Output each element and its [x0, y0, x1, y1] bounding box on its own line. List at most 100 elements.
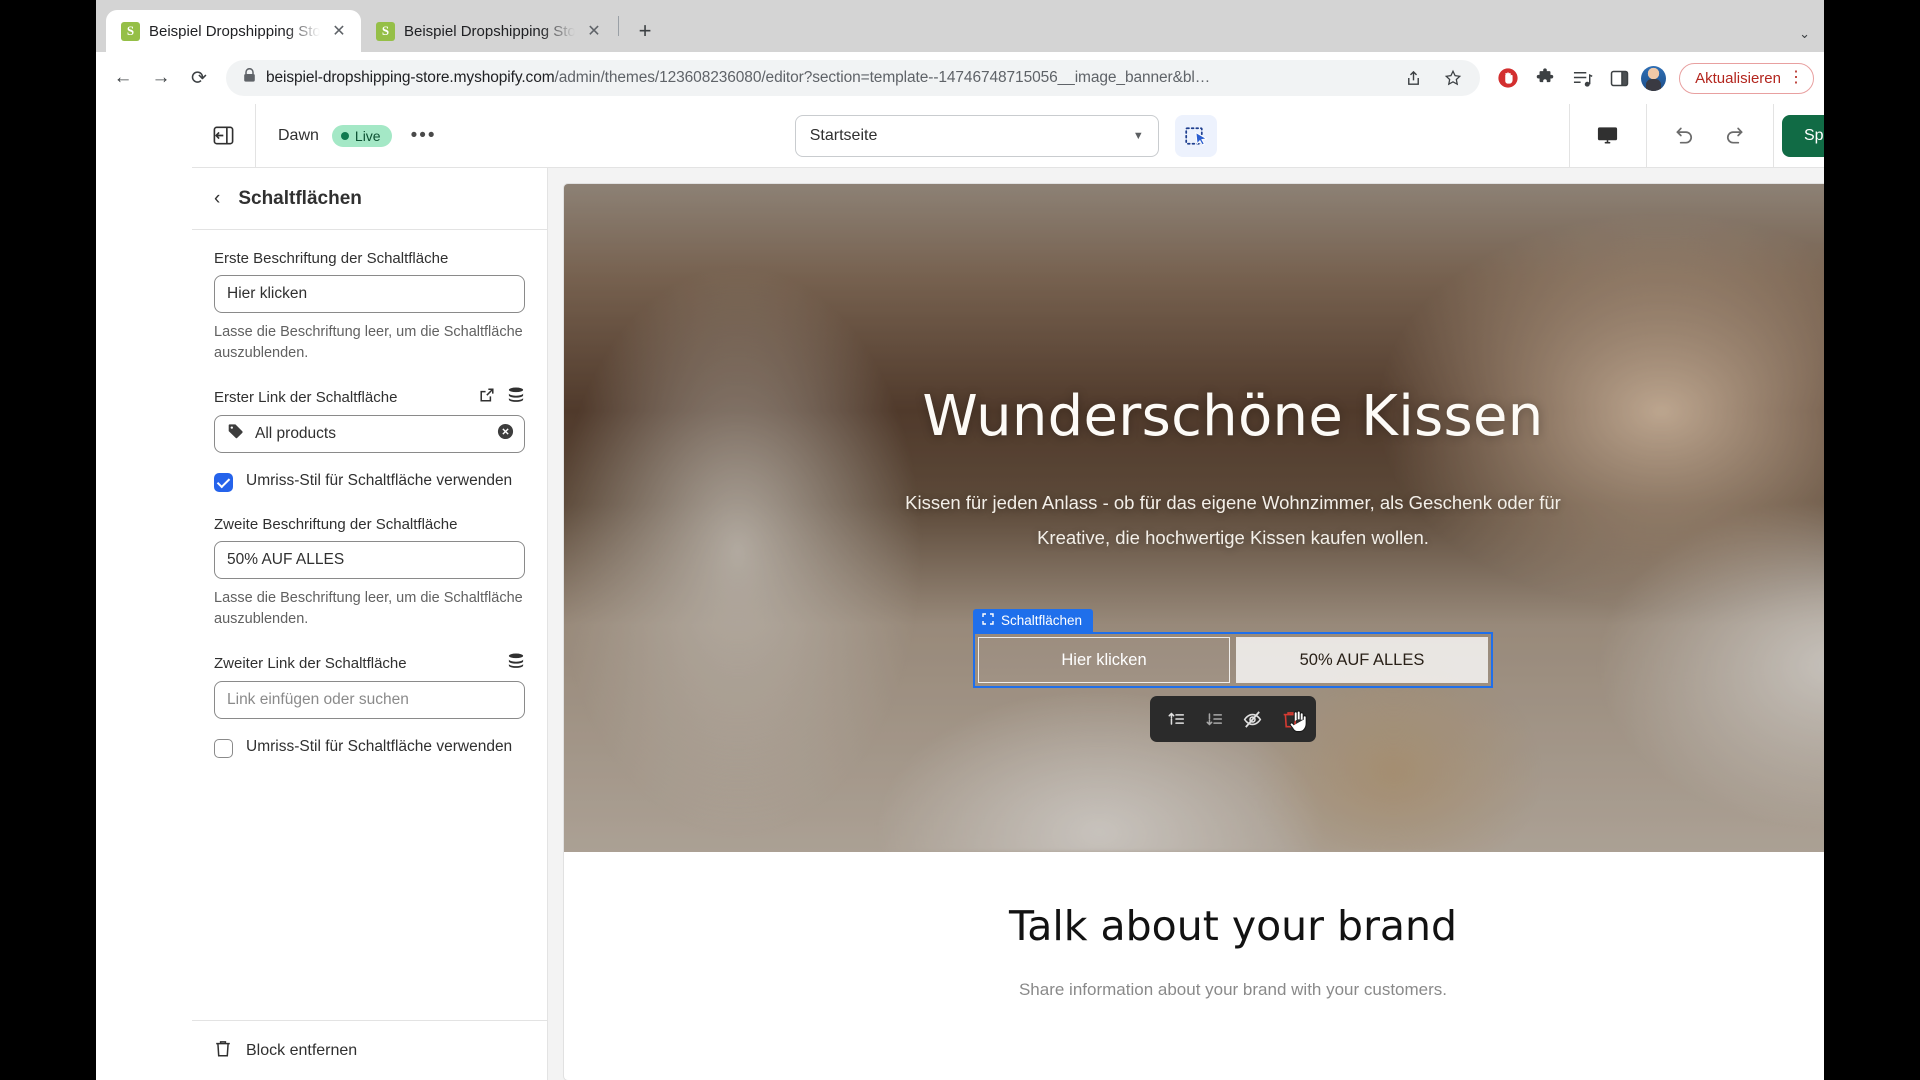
delete-block-icon[interactable] — [1274, 703, 1307, 735]
hand-pointer-cursor — [1289, 710, 1307, 733]
new-tab-button[interactable]: + — [629, 15, 661, 47]
field-label: Erster Link der Schaltfläche — [214, 387, 525, 407]
inspector-select-icon[interactable] — [1174, 114, 1217, 157]
forward-icon[interactable]: → — [144, 61, 178, 95]
playlist-icon[interactable] — [1567, 63, 1597, 93]
field-label-icons — [479, 387, 525, 407]
tabstrip-chevron-icon[interactable]: ⌄ — [1799, 26, 1810, 42]
shopify-icon: S — [376, 21, 395, 41]
exit-editor-icon[interactable] — [192, 103, 256, 168]
field-label-icons — [507, 653, 525, 673]
shopify-theme-editor: Dawn Live ••• Startseite ▼ Sp ‹ Schaltfl… — [192, 103, 1824, 1080]
remove-block-button[interactable]: Block entfernen — [192, 1020, 547, 1080]
second-button-link-input[interactable]: Link einfügen oder suchen — [214, 681, 525, 720]
second-outline-checkbox[interactable] — [214, 739, 233, 759]
hero-button-group-wrapper[interactable]: Schaltflächen Hier klicken 50% AUF ALLES — [973, 609, 1493, 688]
save-button[interactable]: Speichern — [1781, 114, 1824, 157]
brand-section[interactable]: Talk about your brand Share information … — [564, 852, 1824, 1052]
store-preview[interactable]: Wunderschöne Kissen Kissen für jeden Anl… — [564, 184, 1824, 1080]
page-title: Schaltflächen — [238, 187, 362, 209]
undo-icon[interactable] — [1665, 116, 1705, 156]
second-outline-checkbox-row[interactable]: Umriss-Stil für Schaltfläche verwenden — [214, 737, 525, 759]
theme-name: Dawn — [278, 126, 319, 144]
label-text: Zweite Beschriftung der Schaltfläche — [214, 516, 458, 534]
url-text: beispiel-dropshipping-store.myshopify.co… — [266, 69, 1211, 86]
browser-window: S Beispiel Dropshipping Store · D ✕ S Be… — [96, 0, 1824, 1080]
block-floating-toolbar — [1150, 696, 1316, 742]
field-first-button-label: Erste Beschriftung der Schaltfläche Hier… — [214, 250, 525, 363]
avatar[interactable] — [1641, 65, 1667, 91]
clear-circle-icon[interactable] — [497, 423, 514, 445]
database-stack-icon[interactable] — [507, 387, 525, 407]
reload-icon[interactable]: ⟳ — [182, 61, 216, 95]
adblock-icon[interactable] — [1493, 63, 1523, 93]
redo-icon[interactable] — [1715, 116, 1755, 156]
status-badge: Live — [331, 124, 392, 147]
extension-icons: Aktualisieren ⋮ — [1484, 62, 1814, 94]
first-outline-checkbox-row[interactable]: Umriss-Stil für Schaltfläche verwenden — [214, 471, 525, 493]
update-label: Aktualisieren — [1695, 69, 1781, 87]
browser-tab-1[interactable]: S Beispiel Dropshipping Store · D ✕ — [106, 10, 361, 52]
puzzle-icon[interactable] — [1530, 63, 1560, 93]
tab-title: Beispiel Dropshipping Store · B — [404, 22, 575, 40]
status-dot-icon — [340, 131, 349, 140]
more-actions-button[interactable]: ••• — [405, 125, 443, 147]
selection-tag: Schaltflächen — [973, 609, 1094, 632]
remove-block-label: Block entfernen — [246, 1041, 358, 1059]
first-outline-checkbox[interactable] — [214, 473, 233, 493]
side-panel-icon[interactable] — [1604, 63, 1634, 93]
help-text: Lasse die Beschriftung leer, um die Scha… — [214, 324, 523, 361]
hero-button-group[interactable]: Hier klicken 50% AUF ALLES — [973, 632, 1493, 688]
chevron-left-icon[interactable]: ‹ — [214, 189, 220, 208]
tab-title: Beispiel Dropshipping Store · D — [149, 22, 320, 40]
field-label: Zweite Beschriftung der Schaltfläche — [214, 516, 525, 533]
screen-root: S Beispiel Dropshipping Store · D ✕ S Be… — [0, 0, 1920, 1080]
hero-subheading: Kissen für jeden Anlass - ob für das eig… — [905, 492, 1561, 549]
hero-banner-section[interactable]: Wunderschöne Kissen Kissen für jeden Anl… — [564, 184, 1824, 852]
hero-heading: Wunderschöne Kissen — [922, 384, 1544, 449]
brand-heading: Talk about your brand — [1008, 902, 1458, 950]
kebab-menu-icon[interactable]: ⋮ — [1788, 70, 1804, 86]
close-icon[interactable]: ✕ — [584, 21, 604, 41]
first-button-link-input[interactable]: All products — [214, 415, 525, 454]
brand-body: Share information about your brand with … — [1018, 980, 1448, 999]
hero-button-one[interactable]: Hier klicken — [978, 637, 1230, 683]
history-group — [1647, 104, 1773, 168]
browser-omnibar: ← → ⟳ beispiel-dropshipping-store.myshop… — [96, 52, 1824, 104]
price-tag-icon — [227, 423, 244, 445]
close-icon[interactable]: ✕ — [329, 21, 349, 41]
field-first-button-link: Erster Link der Schaltfläche All product… — [214, 387, 525, 454]
move-down-icon[interactable] — [1198, 703, 1230, 735]
share-icon[interactable] — [1398, 63, 1428, 93]
back-icon[interactable]: ← — [106, 61, 140, 95]
hero-button-two[interactable]: 50% AUF ALLES — [1236, 637, 1488, 683]
external-link-icon[interactable] — [479, 387, 495, 407]
lock-icon — [243, 67, 256, 88]
divider — [1772, 103, 1774, 168]
second-button-label-input[interactable]: 50% AUF ALLES — [214, 541, 525, 580]
star-icon[interactable] — [1438, 63, 1468, 93]
first-button-label-input[interactable]: Hier klicken — [214, 275, 525, 313]
first-button-link-value: All products — [255, 425, 336, 443]
field-label: Zweiter Link der Schaltfläche — [214, 653, 525, 673]
label-text: Erste Beschriftung der Schaltfläche — [214, 250, 449, 267]
sidebar-content: Erste Beschriftung der Schaltfläche Hier… — [192, 230, 547, 1020]
help-text: Lasse die Beschriftung leer, um die Scha… — [214, 590, 523, 627]
page-selector[interactable]: Startseite ▼ — [794, 114, 1159, 157]
move-up-icon[interactable] — [1160, 703, 1192, 735]
shopify-icon: S — [121, 21, 140, 41]
first-outline-label: Umriss-Stil für Schaltfläche verwenden — [246, 472, 513, 490]
eye-slash-icon[interactable] — [1236, 703, 1268, 735]
desktop-preview-icon[interactable] — [1588, 116, 1628, 156]
selection-tag-label: Schaltflächen — [1001, 613, 1083, 628]
block-select-icon — [982, 613, 994, 628]
second-outline-label: Umriss-Stil für Schaltfläche verwenden — [246, 738, 513, 756]
editor-topbar-right: Speichern — [1568, 103, 1824, 168]
database-stack-icon[interactable] — [507, 653, 525, 673]
editor-body: ‹ Schaltflächen Erste Beschriftung der S… — [192, 168, 1824, 1080]
device-preview-group — [1570, 104, 1646, 168]
status-label: Live — [354, 127, 381, 144]
address-bar[interactable]: beispiel-dropshipping-store.myshopify.co… — [226, 60, 1481, 96]
update-button[interactable]: Aktualisieren ⋮ — [1679, 62, 1814, 94]
browser-tab-2[interactable]: S Beispiel Dropshipping Store · B ✕ — [361, 10, 616, 52]
